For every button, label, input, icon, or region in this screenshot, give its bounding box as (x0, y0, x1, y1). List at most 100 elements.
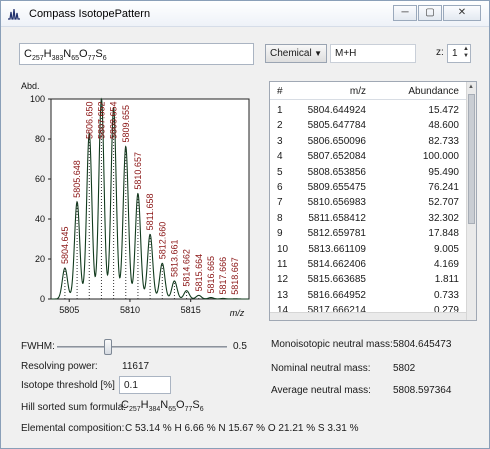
table-row[interactable]: 9 5812.659781 17.848 (270, 226, 466, 241)
hill-element-0: C (121, 399, 129, 411)
row-abundance: 76.241 (428, 182, 459, 193)
average-mass-label: Average neutral mass: (271, 385, 371, 396)
hill-count-2: 65 (168, 406, 177, 414)
peak-label: 5807.652 (96, 101, 106, 139)
row-abundance: 82.733 (428, 135, 459, 147)
table-row[interactable]: 5 5808.653856 95.490 (270, 165, 466, 180)
mono-mass-value: 5804.645473 (393, 339, 452, 350)
mono-mass-label: Monoisotopic neutral mass: (271, 339, 393, 350)
scroll-up-icon[interactable]: ▲ (468, 84, 474, 90)
table-row[interactable]: 1 5804.644924 15.472 (270, 103, 466, 118)
table-row[interactable]: 7 5810.656983 52.707 (270, 195, 466, 210)
table-row[interactable]: 6 5809.655475 76.241 (270, 180, 466, 195)
row-index: 11 (277, 259, 288, 270)
row-abundance: 100.000 (422, 151, 459, 163)
mode-select-value: Chemical (270, 48, 312, 59)
row-abundance: 0.733 (433, 289, 459, 301)
x-tick-label: 5805 (59, 305, 79, 315)
fwhm-value: 0.5 (233, 341, 247, 352)
peak-label: 5805.648 (72, 160, 82, 198)
average-mass-value: 5808.597364 (393, 385, 452, 396)
isotope-threshold-label: Isotope threshold [%] (21, 380, 115, 391)
charge-value: 1 (452, 48, 458, 59)
x-tick-label: 5815 (181, 305, 201, 315)
table-row[interactable]: 10 5813.661109 9.005 (270, 242, 466, 257)
resolving-power-label: Resolving power: (21, 361, 98, 372)
peak-label: 5809.655 (121, 105, 131, 143)
row-index: 4 (277, 151, 283, 163)
fwhm-slider-track[interactable] (57, 346, 227, 348)
charge-stepper[interactable]: 1 ▲ ▼ (447, 44, 471, 63)
table-row[interactable]: 12 5815.663685 1.811 (270, 272, 466, 287)
maximize-button[interactable]: ▢ (418, 5, 442, 21)
formula-element-3: O (79, 48, 88, 60)
column-header-abundance[interactable]: Abundance (408, 86, 459, 97)
row-index: 12 (277, 274, 289, 286)
peak-table[interactable]: # m/z Abundance 1 5804.644924 15.472 2 5805.… (269, 81, 477, 321)
table-row[interactable]: 13 5816.664952 0.733 (270, 288, 466, 303)
hill-formula-value: C257H384N65O77S6 (121, 399, 204, 413)
row-mz: 5811.658412 (308, 212, 366, 224)
isotope-threshold-value: 0.1 (124, 380, 138, 391)
row-abundance: 48.600 (428, 120, 459, 132)
row-index: 6 (277, 182, 283, 193)
vertical-scrollbar[interactable]: ▲ (466, 82, 476, 320)
elemental-composition-label: Elemental composition: (21, 423, 125, 434)
row-mz: 5808.653856 (307, 166, 366, 178)
mode-select[interactable]: Chemical ▼ (265, 44, 327, 63)
table-row[interactable]: 4 5807.652084 100.000 (270, 149, 466, 164)
row-index: 1 (277, 105, 283, 116)
peak-label: 5817.666 (218, 257, 228, 295)
peak-label: 5818.667 (230, 257, 240, 295)
row-index: 3 (277, 135, 283, 147)
peak-label: 5812.660 (157, 222, 167, 260)
peak-label: 5814.662 (182, 249, 192, 287)
row-abundance: 95.490 (428, 166, 459, 178)
table-header: # m/z Abundance (270, 82, 466, 100)
spin-arrows-icon[interactable]: ▲ ▼ (463, 46, 469, 60)
row-index: 9 (277, 228, 283, 240)
peak-label: 5815.664 (194, 254, 204, 292)
table-row[interactable]: 3 5806.650096 82.733 (270, 134, 466, 149)
hill-count-0: 257 (128, 406, 141, 414)
row-index: 2 (277, 120, 283, 132)
nominal-mass-value: 5802 (393, 363, 416, 374)
row-mz: 5810.656983 (307, 197, 366, 209)
formula-count-0: 257 (31, 55, 44, 63)
peak-label: 5811.658 (145, 194, 155, 231)
close-button[interactable]: ✕ (443, 5, 481, 21)
y-tick-label: 40 (35, 214, 45, 224)
row-index: 5 (277, 166, 283, 178)
row-mz: 5816.664952 (307, 289, 366, 301)
table-row[interactable]: 11 5814.662406 4.169 (270, 257, 466, 272)
y-tick-label: 60 (35, 174, 45, 184)
horizontal-scrollbar[interactable] (270, 312, 466, 320)
scrollbar-thumb[interactable] (468, 94, 475, 224)
formula-count-2: 65 (71, 55, 80, 63)
isotope-threshold-input[interactable]: 0.1 (119, 376, 171, 394)
table-row[interactable]: 2 5805.647784 48.600 (270, 118, 466, 133)
hill-count-4: 6 (199, 406, 204, 414)
peak-label: 5816.665 (206, 256, 216, 294)
row-index: 13 (277, 289, 289, 301)
column-header-index[interactable]: # (277, 86, 283, 97)
row-mz: 5807.652084 (307, 151, 366, 163)
app-window: Compass IsotopePattern ─ ▢ ✕ C257H383N65… (0, 0, 490, 449)
row-mz: 5815.663685 (307, 274, 366, 286)
row-index: 8 (277, 212, 283, 224)
elemental-composition-value: C 53.14 % H 6.66 % N 15.67 % O 21.21 % S… (125, 423, 359, 434)
column-header-mz[interactable]: m/z (350, 86, 366, 97)
adduct-input[interactable]: M+H (330, 44, 416, 63)
minimize-button[interactable]: ─ (393, 5, 417, 21)
resolving-power-value: 11617 (122, 361, 150, 372)
title-bar[interactable]: Compass IsotopePattern ─ ▢ ✕ (1, 1, 489, 27)
nominal-mass-label: Nominal neutral mass: (271, 363, 371, 374)
formula-element-0: C (24, 48, 32, 60)
hill-element-1: H (140, 399, 149, 411)
formula-input[interactable]: C257H383N65O77S6 (19, 43, 254, 65)
table-row[interactable]: 8 5811.658412 32.302 (270, 211, 466, 226)
fwhm-slider-thumb[interactable] (104, 339, 112, 355)
row-abundance: 15.472 (428, 105, 459, 116)
row-abundance: 1.811 (434, 274, 459, 286)
isotope-chart: Abd. m/z 0 20 40 60 80 100 5805 5810 5815 5804.645 5… (7, 77, 257, 339)
